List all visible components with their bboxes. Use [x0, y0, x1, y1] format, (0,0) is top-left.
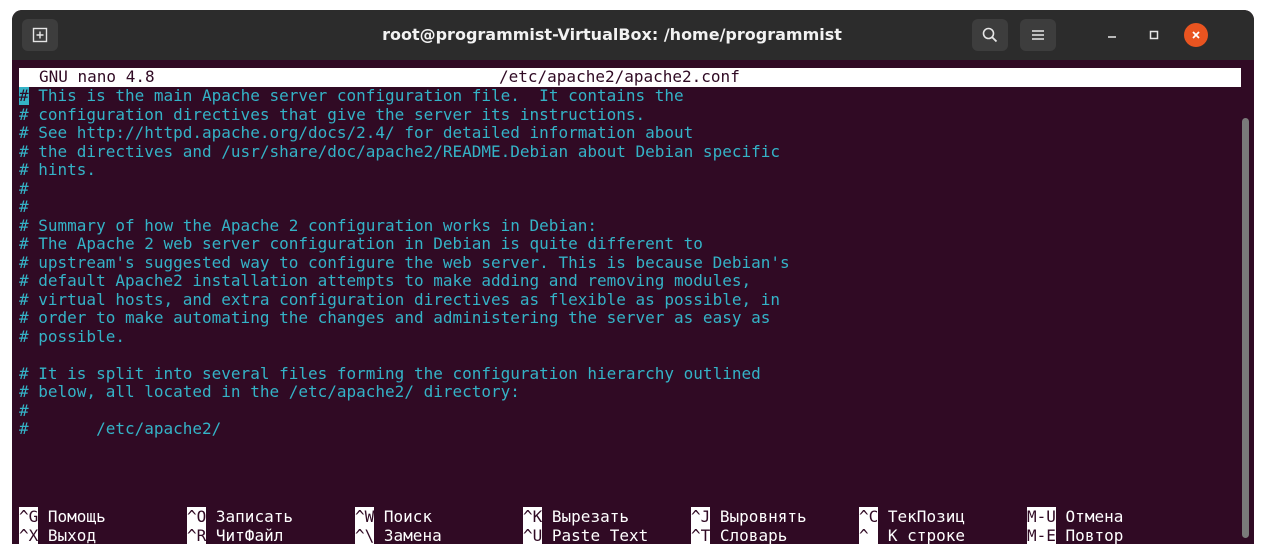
shortcut-cur-pos[interactable]: ^C ТекПозиц	[859, 507, 965, 527]
text-line[interactable]: # virtual hosts, and extra configuration…	[19, 290, 1241, 310]
shortcut-key: ^O	[187, 507, 207, 526]
shortcut-key: M-U	[1027, 507, 1056, 526]
text-line[interactable]: # It is split into several files forming…	[19, 364, 1241, 384]
minimize-icon	[1108, 36, 1116, 38]
shortcut-key: ^G	[19, 507, 39, 526]
shortcut-key: M-E	[1027, 526, 1056, 544]
text-line[interactable]: # upstream's suggested way to configure …	[19, 253, 1241, 273]
terminal-window: root@programmist-VirtualBox: /home/progr…	[12, 10, 1254, 544]
shortcut-key: ^R	[187, 526, 207, 544]
shortcut-label: Выход	[47, 526, 97, 544]
text-line[interactable]: # possible.	[19, 327, 1241, 347]
shortcut-key: ^X	[19, 526, 39, 544]
shortcut-write-out[interactable]: ^O Записать	[187, 507, 293, 527]
file-name: /etc/apache2/apache2.conf	[499, 67, 740, 86]
maximize-icon	[1149, 30, 1159, 40]
shortcut-read-file[interactable]: ^R ЧитФайл	[187, 526, 284, 544]
text-line[interactable]: # The Apache 2 web server configuration …	[19, 234, 1241, 254]
shortcut-label: Выровнять	[719, 507, 807, 526]
nano-shortcut-bar: ^G Помощь ^O Записать ^W Поиск ^K Выреза…	[19, 507, 1241, 544]
shortcut-label: Paste Text	[551, 526, 649, 544]
shortcut-help[interactable]: ^G Помощь	[19, 507, 106, 527]
shortcut-go-to-line[interactable]: ^_ К строке	[859, 526, 965, 544]
text-line-content: This is the main Apache server configura…	[28, 86, 684, 105]
title-bar: root@programmist-VirtualBox: /home/progr…	[12, 10, 1254, 60]
menu-button[interactable]	[1020, 19, 1056, 51]
shortcut-label: ЧитФайл	[215, 526, 284, 544]
shortcut-spell[interactable]: ^T Словарь	[691, 526, 788, 544]
shortcut-key: ^J	[691, 507, 711, 526]
close-icon	[1192, 31, 1200, 39]
minimize-button[interactable]	[1100, 23, 1124, 47]
shortcut-key: ^T	[691, 526, 711, 544]
text-line[interactable]: # order to make automating the changes a…	[19, 308, 1241, 328]
nano-header-bar: GNU nano 4.8 /etc/apache2/apache2.conf	[19, 67, 1241, 87]
new-tab-button[interactable]	[22, 19, 58, 51]
shortcut-label: Повтор	[1065, 526, 1124, 544]
shortcut-label: Замена	[383, 526, 442, 544]
shortcut-justify[interactable]: ^J Выровнять	[691, 507, 807, 527]
shortcut-label: Поиск	[383, 507, 433, 526]
shortcut-redo[interactable]: M-E Повтор	[1027, 526, 1124, 544]
search-icon	[982, 27, 998, 43]
shortcut-key: ^_	[859, 526, 879, 544]
shortcut-row: ^X Выход ^R ЧитФайл ^\ Замена ^U Paste T…	[19, 526, 1241, 544]
text-line[interactable]: #	[19, 401, 1241, 421]
shortcut-key: ^K	[523, 507, 543, 526]
maximize-button[interactable]	[1142, 23, 1166, 47]
shortcut-key: ^W	[355, 507, 375, 526]
shortcut-label: ТекПозиц	[887, 507, 965, 526]
text-line[interactable]: # hints.	[19, 160, 1241, 180]
shortcut-label: Вырезать	[551, 507, 629, 526]
shortcut-key: ^\	[355, 526, 375, 544]
terminal-area[interactable]: GNU nano 4.8 /etc/apache2/apache2.conf #…	[12, 60, 1254, 544]
shortcut-label: Помощь	[47, 507, 106, 526]
text-line[interactable]: # Summary of how the Apache 2 configurat…	[19, 216, 1241, 236]
nano-version: GNU nano 4.8	[39, 67, 155, 86]
text-line[interactable]: # below, all located in the /etc/apache2…	[19, 382, 1241, 402]
close-button[interactable]	[1184, 23, 1208, 47]
vertical-scrollbar[interactable]	[1242, 118, 1249, 538]
shortcut-cut[interactable]: ^K Вырезать	[523, 507, 629, 527]
shortcut-undo[interactable]: M-U Отмена	[1027, 507, 1124, 527]
shortcut-exit[interactable]: ^X Выход	[19, 526, 97, 544]
shortcut-row: ^G Помощь ^O Записать ^W Поиск ^K Выреза…	[19, 507, 1241, 527]
shortcut-replace[interactable]: ^\ Замена	[355, 526, 442, 544]
shortcut-label: Записать	[215, 507, 293, 526]
text-line[interactable]: #	[19, 197, 1241, 217]
shortcut-label: Отмена	[1065, 507, 1124, 526]
text-line[interactable]: # default Apache2 installation attempts …	[19, 271, 1241, 291]
shortcut-key: ^U	[523, 526, 543, 544]
shortcut-label: К строке	[887, 526, 965, 544]
text-line[interactable]	[19, 346, 1241, 365]
text-line[interactable]: # the directives and /usr/share/doc/apac…	[19, 142, 1241, 162]
text-line[interactable]: # /etc/apache2/	[19, 419, 1241, 439]
text-line[interactable]: #	[19, 179, 1241, 199]
text-line[interactable]: # This is the main Apache server configu…	[19, 86, 1241, 106]
editor-content[interactable]: # This is the main Apache server configu…	[19, 86, 1241, 439]
text-line[interactable]: # See http://httpd.apache.org/docs/2.4/ …	[19, 123, 1241, 143]
shortcut-paste[interactable]: ^U Paste Text	[523, 526, 649, 544]
text-line[interactable]: # configuration directives that give the…	[19, 105, 1241, 125]
hamburger-menu-icon	[1032, 30, 1044, 40]
shortcut-label: Словарь	[719, 526, 788, 544]
new-tab-icon	[32, 27, 48, 43]
shortcut-key: ^C	[859, 507, 879, 526]
window-title: root@programmist-VirtualBox: /home/progr…	[382, 25, 842, 44]
search-button[interactable]	[972, 19, 1008, 51]
shortcut-where-is[interactable]: ^W Поиск	[355, 507, 433, 527]
